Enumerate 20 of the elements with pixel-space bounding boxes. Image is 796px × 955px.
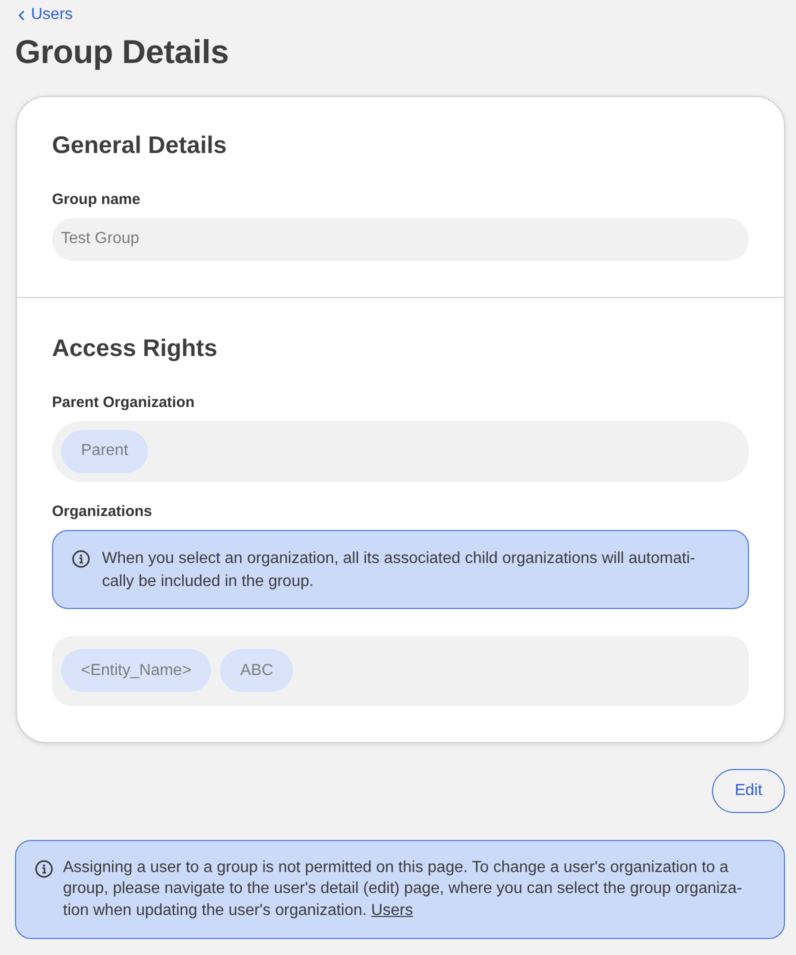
- info-icon: [72, 550, 90, 568]
- tag-field[interactable]: <Entity_Name> ABC: [52, 636, 749, 706]
- field-label: Parent Organization: [52, 392, 196, 412]
- tag-field[interactable]: Parent: [52, 420, 749, 482]
- organization-tag: ABC: [220, 649, 294, 692]
- organization-tag: Parent: [61, 430, 148, 472]
- text-field[interactable]: Test Group: [52, 218, 749, 260]
- users-link[interactable]: Users: [371, 902, 413, 918]
- notice-text: Assigning a user to a group is not permitted on this page. To change a user's organization to a group, please navigate to the user's detail (edit) page, where you can select the group organiza-tion when updating the user's organization. Users: [63, 858, 744, 920]
- edit-button[interactable]: Edit: [712, 768, 785, 812]
- field-label: Group name: [52, 190, 142, 210]
- organization-tag: <Entity_Name>: [61, 649, 212, 692]
- back-link[interactable]: Users: [18, 5, 73, 25]
- chevron-left-icon: [18, 10, 25, 20]
- field-label: Organizations: [52, 502, 154, 522]
- section-heading: General Details: [52, 130, 228, 160]
- notice-text: When you select an organization, all its associated child organizations will automati-cally be included in the group.: [102, 548, 696, 592]
- page-title: Group Details: [15, 32, 230, 72]
- section-heading: Access Rights: [52, 334, 218, 362]
- info-icon: [35, 860, 53, 878]
